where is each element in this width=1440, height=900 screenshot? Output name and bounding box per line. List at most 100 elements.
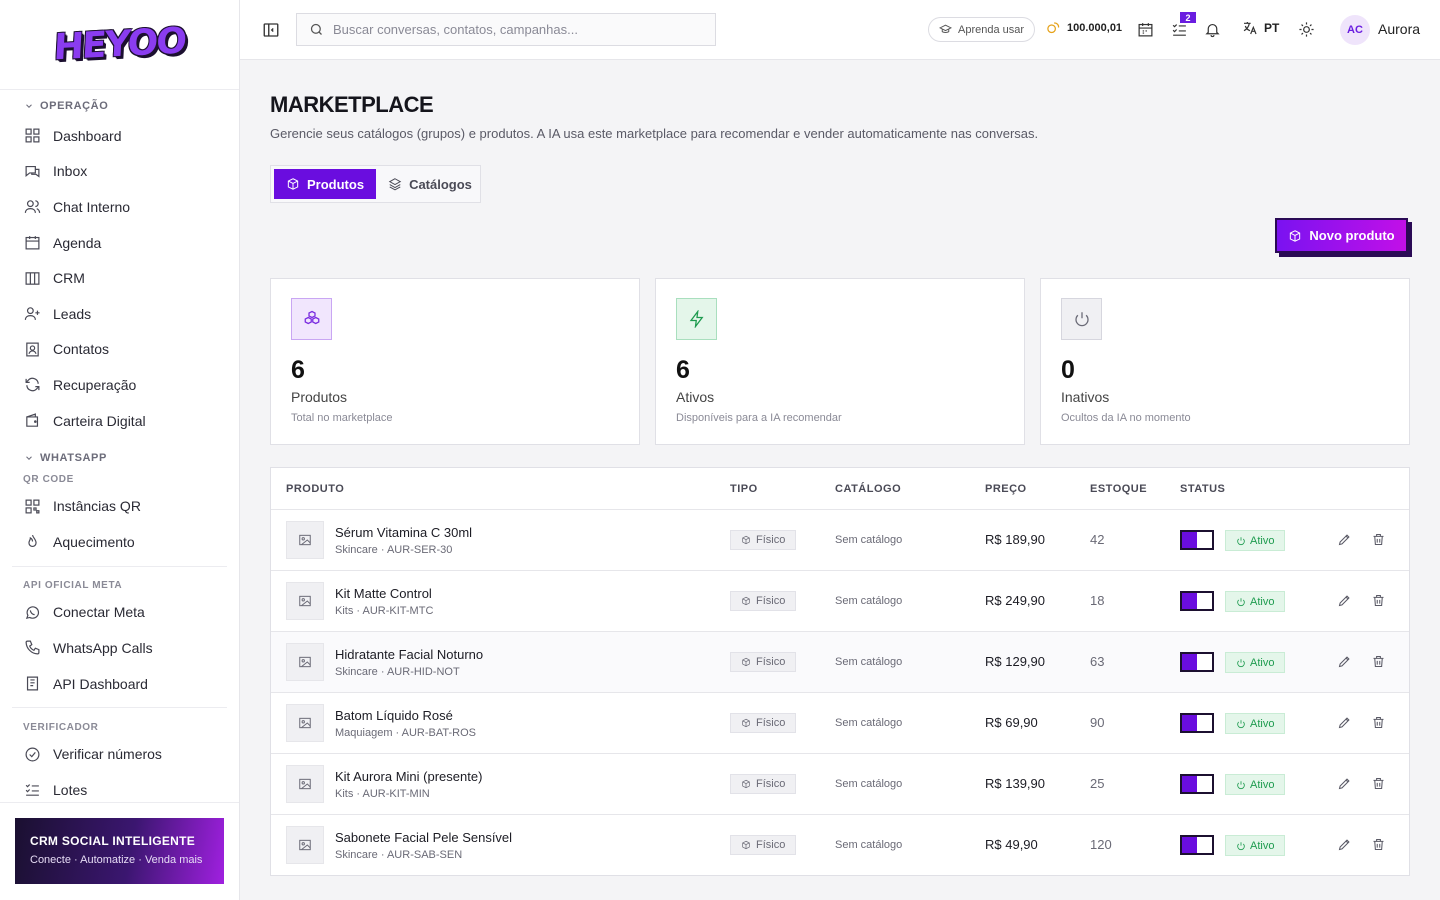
edit-button[interactable] <box>1337 654 1353 670</box>
tab-catalogos[interactable]: Catálogos <box>376 169 484 199</box>
status-toggle[interactable] <box>1180 774 1214 794</box>
table-row[interactable]: Sérum Vitamina C 30ml Skincare · AUR-SER… <box>271 510 1409 571</box>
status-label: Ativo <box>1250 778 1275 791</box>
brand-logo[interactable]: HEYOO <box>53 21 186 69</box>
delete-button[interactable] <box>1371 776 1387 792</box>
delete-button[interactable] <box>1371 593 1387 609</box>
sidebar-item-label: Conectar Meta <box>53 604 145 621</box>
sidebar-toggle-button[interactable] <box>262 21 280 39</box>
sidebar-item-carteira-digital[interactable]: Carteira Digital <box>12 403 227 439</box>
status-toggle[interactable] <box>1180 591 1214 611</box>
catalog-value: Sem catálogo <box>835 717 903 729</box>
pencil-icon <box>1338 534 1350 546</box>
notifications-button[interactable] <box>1204 21 1221 38</box>
delete-button[interactable] <box>1371 532 1387 548</box>
status-badge: Ativo <box>1225 835 1286 856</box>
price-value: R$ 69,90 <box>985 715 1038 730</box>
status-badge: Ativo <box>1225 530 1286 551</box>
column-header-catalogo[interactable]: CATÁLOGO <box>835 483 901 495</box>
stock-value: 42 <box>1090 532 1105 547</box>
language-selector[interactable]: PT <box>1242 20 1279 36</box>
box-icon <box>1290 229 1301 242</box>
sidebar-item-inbox[interactable]: Inbox <box>12 154 227 190</box>
table-row[interactable]: Batom Líquido Rosé Maquiagem · AUR-BAT-R… <box>271 693 1409 754</box>
sidebar-item-contatos[interactable]: Contatos <box>12 332 227 368</box>
column-header-preco[interactable]: PREÇO <box>985 483 1027 495</box>
image-icon <box>299 534 311 546</box>
edit-button[interactable] <box>1337 593 1353 609</box>
logo-area: HEYOO <box>0 0 239 90</box>
stock-value: 25 <box>1090 776 1105 791</box>
product-meta: Maquiagem · AUR-BAT-ROS <box>335 727 477 739</box>
sidebar-item-whatsapp-calls[interactable]: WhatsApp Calls <box>12 630 227 666</box>
stat-icon-box <box>1061 298 1102 340</box>
avatar[interactable]: AC <box>1340 15 1370 45</box>
search-box <box>296 13 716 46</box>
type-label: Físico <box>756 534 786 546</box>
section-whatsapp-header[interactable]: WHATSAPP <box>12 446 227 470</box>
sidebar-item-verificar-numeros[interactable]: Verificar números <box>12 736 227 772</box>
tasks-button[interactable] <box>1171 21 1188 38</box>
delete-button[interactable] <box>1371 654 1387 670</box>
edit-button[interactable] <box>1337 776 1353 792</box>
divider <box>12 707 227 709</box>
theme-toggle-button[interactable] <box>1298 21 1315 38</box>
promo-banner[interactable]: CRM SOCIAL INTELIGENTE Conecte · Automat… <box>15 818 224 884</box>
box-icon <box>742 718 750 728</box>
divider <box>12 565 227 567</box>
sidebar-item-label: Inbox <box>53 163 88 180</box>
sidebar-item-instancias-qr[interactable]: Instâncias QR <box>12 488 227 524</box>
list-checks-icon <box>1172 24 1186 36</box>
edit-button[interactable] <box>1337 715 1353 731</box>
section-api-meta-header: API OFICIAL META <box>23 580 123 592</box>
search-input[interactable] <box>333 22 693 37</box>
sidebar-item-conectar-meta[interactable]: Conectar Meta <box>12 595 227 631</box>
sidebar-item-api-dashboard[interactable]: API Dashboard <box>12 666 227 702</box>
table-row[interactable]: Kit Aurora Mini (presente) Kits · AUR-KI… <box>271 754 1409 815</box>
tabs: Produtos Catálogos <box>270 165 481 203</box>
status-toggle[interactable] <box>1180 835 1214 855</box>
status-toggle[interactable] <box>1180 652 1214 672</box>
table-row[interactable]: Hidratante Facial Noturno Skincare · AUR… <box>271 632 1409 693</box>
learn-button[interactable]: Aprenda usar <box>928 17 1036 42</box>
status-toggle[interactable] <box>1180 530 1214 550</box>
sidebar-item-aquecimento[interactable]: Aquecimento <box>12 524 227 560</box>
column-header-estoque[interactable]: ESTOQUE <box>1090 483 1147 495</box>
status-toggle[interactable] <box>1180 713 1214 733</box>
sidebar-item-agenda[interactable]: Agenda <box>12 225 227 261</box>
table-row[interactable]: Sabonete Facial Pele Sensível Skincare ·… <box>271 815 1409 876</box>
column-header-tipo[interactable]: TIPO <box>730 483 758 495</box>
section-operacao-header[interactable]: OPERAÇÃO <box>12 94 227 118</box>
price-value: R$ 49,90 <box>985 837 1038 852</box>
edit-button[interactable] <box>1337 532 1353 548</box>
sidebar-item-label: CRM <box>53 270 85 287</box>
edit-button[interactable] <box>1337 837 1353 853</box>
sidebar-item-leads[interactable]: Leads <box>12 296 227 332</box>
column-header-status[interactable]: STATUS <box>1180 483 1225 495</box>
sidebar-item-label: Chat Interno <box>53 198 131 215</box>
stat-icon-box <box>676 298 717 340</box>
tab-produtos[interactable]: Produtos <box>274 169 377 199</box>
sidebar-item-dashboard[interactable]: Dashboard <box>12 118 227 154</box>
sidebar-item-crm[interactable]: CRM <box>12 260 227 296</box>
type-label: Físico <box>756 778 786 790</box>
new-product-button[interactable]: Novo produto <box>1275 218 1408 253</box>
sidebar-item-recuperacao[interactable]: Recuperação <box>12 367 227 403</box>
price-value: R$ 189,90 <box>985 532 1045 547</box>
stat-label: Produtos <box>291 389 348 405</box>
catalog-value: Sem catálogo <box>835 656 903 668</box>
table-row[interactable]: Kit Matte Control Kits · AUR-KIT-MTC Fís… <box>271 571 1409 632</box>
credits-balance[interactable]: 100.000,01 <box>1046 20 1122 35</box>
delete-button[interactable] <box>1371 715 1387 731</box>
box-icon <box>742 596 750 606</box>
sidebar-item-chat-interno[interactable]: Chat Interno <box>12 189 227 225</box>
topbar: Aprenda usar 100.000,01 2 PT AC Aurora <box>240 0 1440 60</box>
tab-label: Catálogos <box>409 176 472 192</box>
catalog-value: Sem catálogo <box>835 595 903 607</box>
section-verificador-header: VERIFICADOR <box>23 721 99 733</box>
user-name[interactable]: Aurora <box>1378 21 1420 37</box>
column-header-produto[interactable]: PRODUTO <box>286 483 344 495</box>
calendar-button[interactable] <box>1137 21 1154 38</box>
delete-button[interactable] <box>1371 837 1387 853</box>
image-icon <box>299 595 311 607</box>
